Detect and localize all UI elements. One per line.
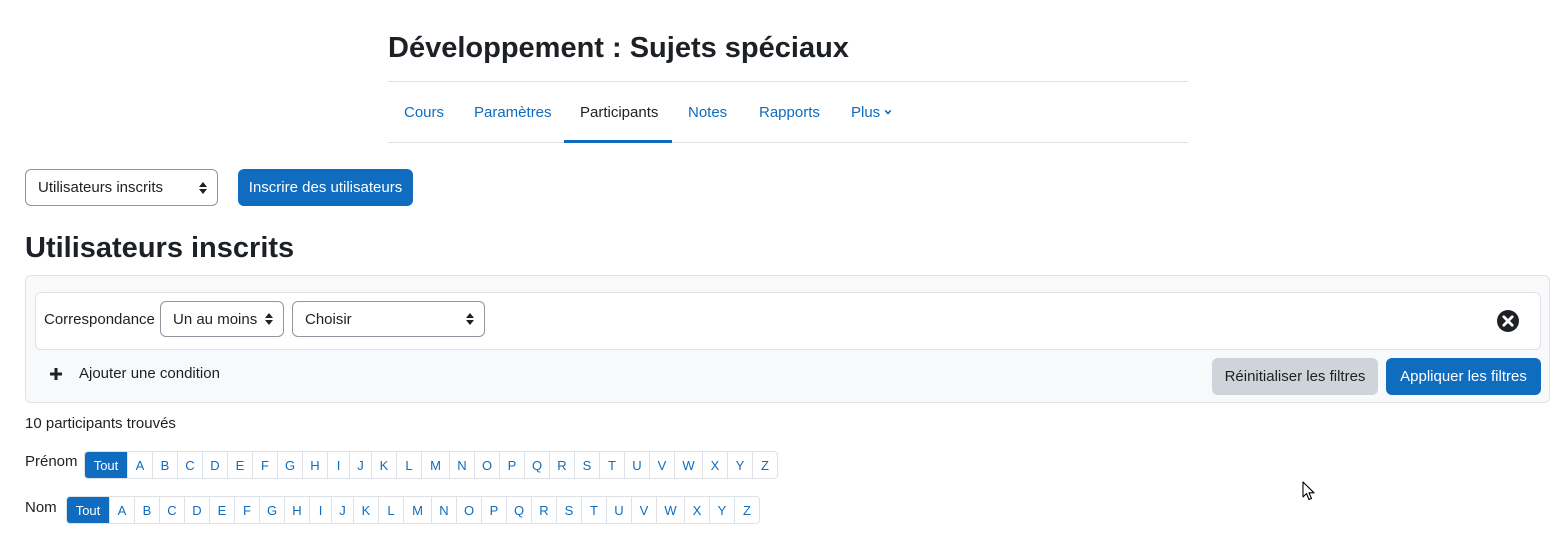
firstname-initial-v[interactable]: V [649, 452, 674, 478]
lastname-initial-j[interactable]: J [331, 497, 353, 523]
firstname-initials-label: Prénom [25, 453, 78, 470]
firstname-initial-s[interactable]: S [574, 452, 599, 478]
lastname-initial-c[interactable]: C [159, 497, 184, 523]
add-condition-label: Ajouter une condition [79, 365, 220, 382]
lastname-initial-a[interactable]: A [109, 497, 134, 523]
filter-row: Correspondance Un au moins Choisir [35, 292, 1541, 350]
firstname-initial-h[interactable]: H [302, 452, 327, 478]
filter-panel: Correspondance Un au moins Choisir Ajout… [25, 275, 1550, 403]
firstname-initial-c[interactable]: C [177, 452, 202, 478]
firstname-initial-m[interactable]: M [421, 452, 449, 478]
firstname-initial-d[interactable]: D [202, 452, 227, 478]
firstname-initial-w[interactable]: W [674, 452, 702, 478]
firstname-initial-n[interactable]: N [449, 452, 474, 478]
lastname-initial-f[interactable]: F [234, 497, 259, 523]
firstname-initial-y[interactable]: Y [727, 452, 752, 478]
firstname-initial-all[interactable]: Tout [85, 452, 127, 478]
lastname-initial-e[interactable]: E [209, 497, 234, 523]
firstname-initial-r[interactable]: R [549, 452, 574, 478]
lastname-initial-h[interactable]: H [284, 497, 309, 523]
lastname-initial-g[interactable]: G [259, 497, 284, 523]
lastname-initial-z[interactable]: Z [734, 497, 759, 523]
nav-tab-parametres[interactable]: Paramètres [458, 82, 564, 142]
firstname-initial-t[interactable]: T [599, 452, 624, 478]
chevron-down-icon [884, 109, 892, 115]
firstname-initials-bar: Tout A B C D E F G H I J K L M N O P Q R S T U V W X Y Z [84, 451, 778, 479]
lastname-initial-i[interactable]: I [309, 497, 331, 523]
lastname-initial-y[interactable]: Y [709, 497, 734, 523]
match-select[interactable]: Un au moins [160, 301, 284, 337]
page-title: Utilisateurs inscrits [25, 232, 295, 264]
lastname-initial-u[interactable]: U [606, 497, 631, 523]
nav-tab-label: Participants [580, 103, 659, 121]
view-select[interactable]: Utilisateurs inscrits [25, 169, 218, 206]
firstname-initial-g[interactable]: G [277, 452, 302, 478]
nav-tab-label: Notes [688, 103, 728, 121]
lastname-initial-t[interactable]: T [581, 497, 606, 523]
lastname-initial-q[interactable]: Q [506, 497, 531, 523]
sort-updown-icon [199, 181, 207, 194]
nav-tab-rapports[interactable]: Rapports [743, 82, 835, 142]
filter-type-value: Choisir [305, 310, 352, 328]
lastname-initial-k[interactable]: K [353, 497, 378, 523]
reset-filters-button[interactable]: Réinitialiser les filtres [1212, 358, 1378, 395]
firstname-initial-f[interactable]: F [252, 452, 277, 478]
firstname-initial-b[interactable]: B [152, 452, 177, 478]
lastname-initial-s[interactable]: S [556, 497, 581, 523]
add-condition-button[interactable]: Ajouter une condition [49, 365, 220, 382]
nav-tab-plus[interactable]: Plus [835, 82, 913, 142]
firstname-initial-j[interactable]: J [349, 452, 371, 478]
firstname-initial-x[interactable]: X [702, 452, 727, 478]
nav-tab-label: Cours [404, 103, 445, 121]
firstname-initial-e[interactable]: E [227, 452, 252, 478]
firstname-initial-u[interactable]: U [624, 452, 649, 478]
lastname-initial-w[interactable]: W [656, 497, 684, 523]
plus-icon [50, 367, 62, 380]
lastname-initials-label: Nom [25, 499, 57, 516]
mouse-pointer-icon [1302, 481, 1315, 501]
match-label: Correspondance [44, 311, 155, 328]
lastname-initial-o[interactable]: O [456, 497, 481, 523]
firstname-initial-k[interactable]: K [371, 452, 396, 478]
nav-tab-cours[interactable]: Cours [388, 82, 458, 142]
lastname-initial-m[interactable]: M [403, 497, 431, 523]
filter-type-select[interactable]: Choisir [292, 301, 485, 337]
sort-updown-icon [265, 313, 273, 325]
lastname-initial-l[interactable]: L [378, 497, 403, 523]
times-circle-icon[interactable] [1496, 309, 1520, 333]
course-title: Développement : Sujets spéciaux [388, 32, 849, 64]
sort-updown-icon [466, 313, 474, 325]
firstname-initial-a[interactable]: A [127, 452, 152, 478]
firstname-initial-z[interactable]: Z [752, 452, 777, 478]
nav-tab-label: Paramètres [474, 103, 552, 121]
firstname-initial-l[interactable]: L [396, 452, 421, 478]
nav-tab-label: Rapports [759, 103, 820, 121]
nav-tab-participants[interactable]: Participants [564, 82, 672, 143]
enrol-users-button[interactable]: Inscrire des utilisateurs [238, 169, 413, 206]
lastname-initial-d[interactable]: D [184, 497, 209, 523]
match-select-value: Un au moins [173, 310, 258, 328]
lastname-initials-bar: Tout A B C D E F G H I J K L M N O P Q R S T U V W X Y Z [66, 496, 760, 524]
apply-filters-button[interactable]: Appliquer les filtres [1386, 358, 1541, 395]
lastname-initial-b[interactable]: B [134, 497, 159, 523]
secondary-navigation: Cours Paramètres Participants Notes Rapp… [388, 81, 1188, 143]
lastname-initial-p[interactable]: P [481, 497, 506, 523]
lastname-initial-all[interactable]: Tout [67, 497, 109, 523]
participants-count: 10 participants trouvés [25, 415, 176, 432]
lastname-initial-x[interactable]: X [684, 497, 709, 523]
firstname-initial-q[interactable]: Q [524, 452, 549, 478]
lastname-initial-n[interactable]: N [431, 497, 456, 523]
view-select-value: Utilisateurs inscrits [38, 179, 164, 196]
firstname-initial-o[interactable]: O [474, 452, 499, 478]
firstname-initial-p[interactable]: P [499, 452, 524, 478]
lastname-initial-v[interactable]: V [631, 497, 656, 523]
firstname-initial-i[interactable]: I [327, 452, 349, 478]
nav-tab-notes[interactable]: Notes [672, 82, 743, 142]
nav-tab-label: Plus [851, 103, 881, 121]
lastname-initial-r[interactable]: R [531, 497, 556, 523]
